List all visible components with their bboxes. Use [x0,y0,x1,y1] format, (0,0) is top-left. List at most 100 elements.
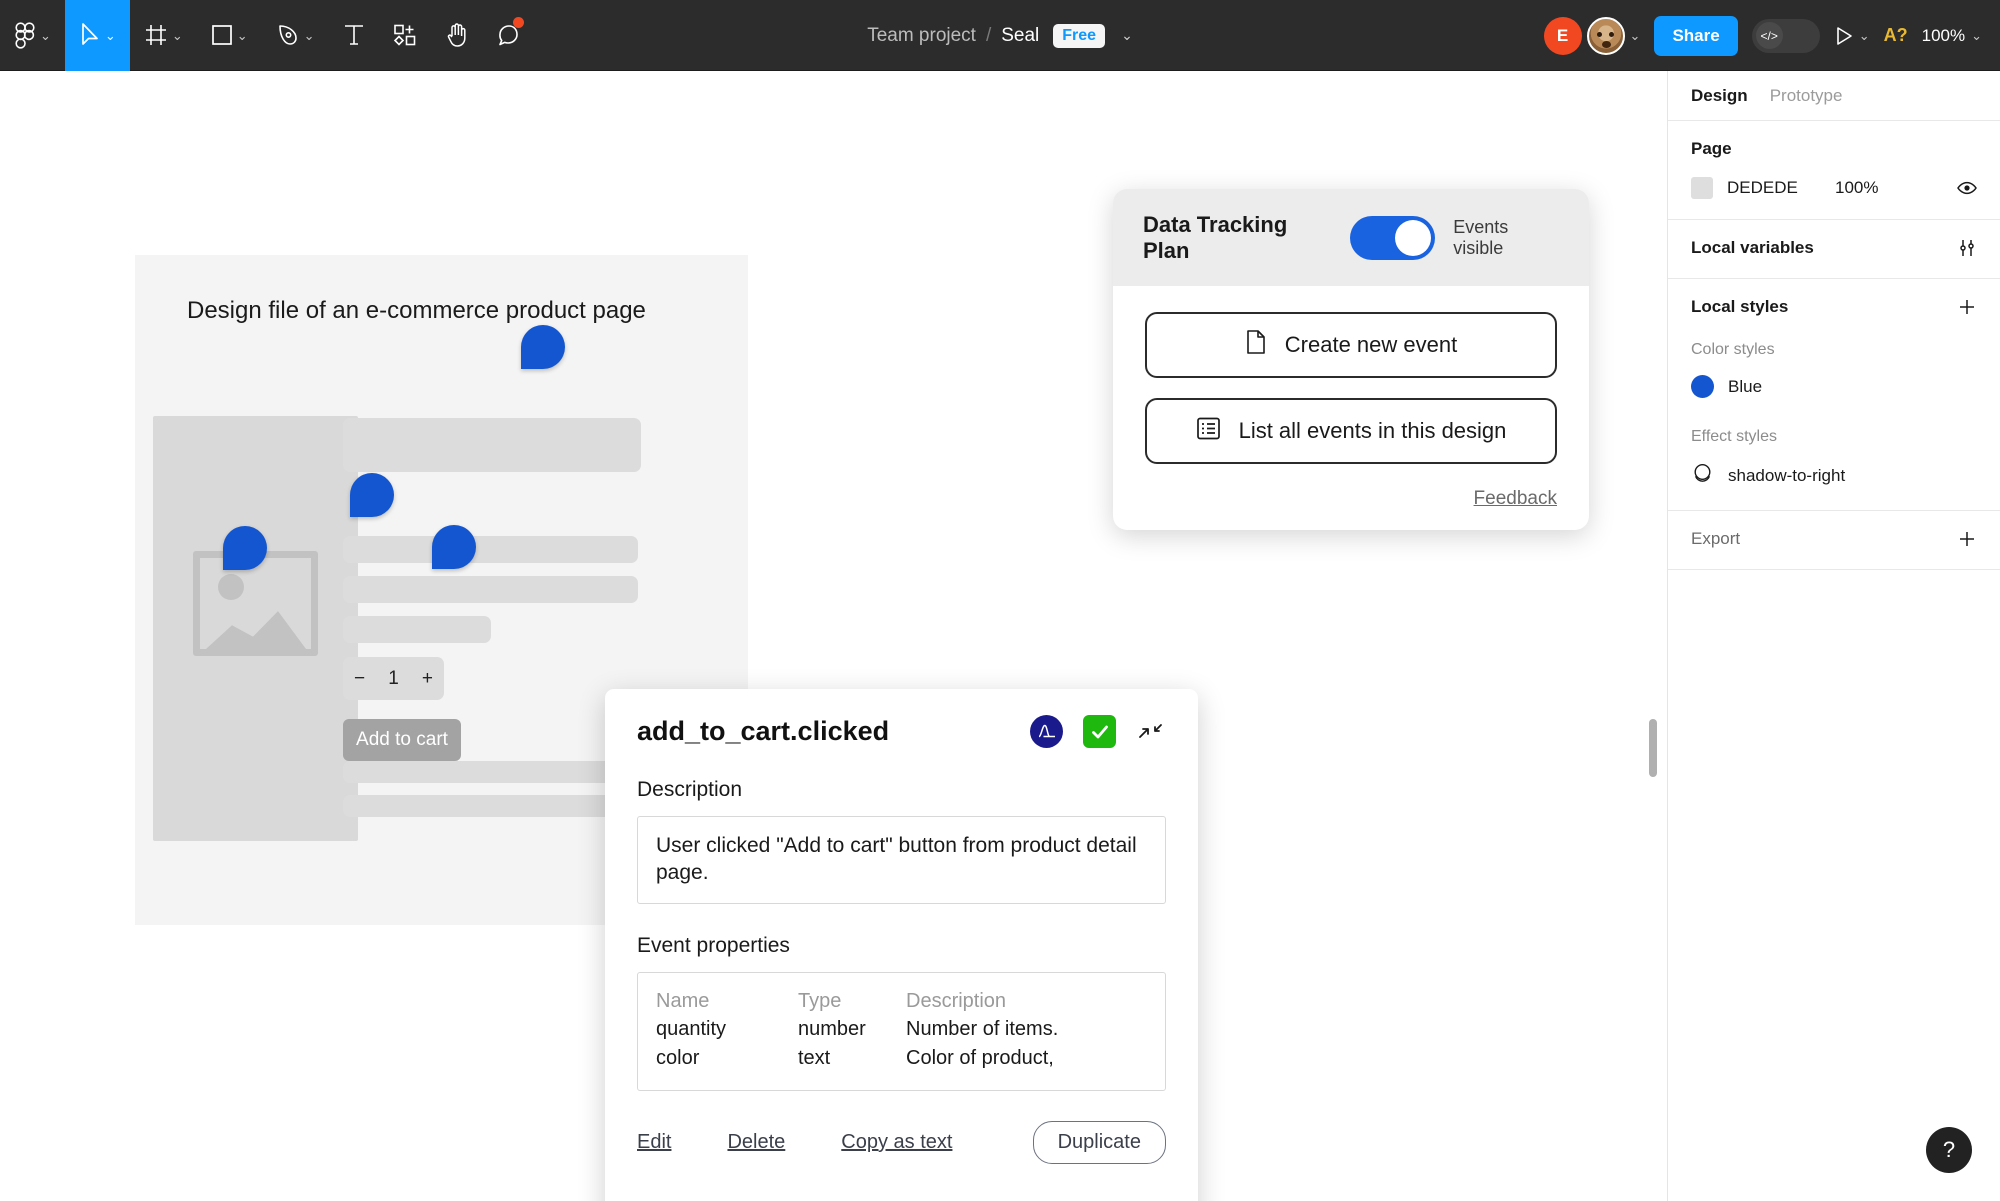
event-properties-label: Event properties [637,933,790,957]
collaborators: E ⌄ [1543,16,1641,55]
list-icon [1196,416,1221,447]
column-header-name: Name [656,989,710,1012]
property-type: text [798,1046,831,1069]
plugin-title: Data Tracking Plan [1143,211,1288,263]
property-name: color [656,1046,700,1069]
local-variables-section[interactable]: Local variables [1668,220,2000,279]
chevron-down-icon: ⌄ [236,27,248,43]
help-button[interactable]: ? [1926,1127,1972,1173]
share-button[interactable]: Share [1654,15,1738,56]
export-heading: Export [1691,529,1741,548]
plus-icon[interactable] [1957,297,1977,317]
list-all-events-button[interactable]: List all events in this design [1145,398,1557,464]
chevron-down-icon[interactable]: ⌄ [1859,29,1870,42]
tab-design[interactable]: Design [1691,86,1748,106]
sliders-icon[interactable] [1957,238,1977,258]
placeholder-line [343,795,615,817]
page-opacity[interactable]: 100% [1835,178,1943,198]
document-icon [1245,329,1267,361]
events-visible-label: Events visible [1453,216,1509,258]
avatar[interactable]: E [1543,16,1582,55]
event-properties-table: Name Type Description quantity number Nu… [637,971,1166,1091]
column-header-type: Type [798,989,842,1012]
create-new-event-button[interactable]: Create new event [1145,312,1557,378]
text-tool-button[interactable] [329,0,379,71]
event-pin[interactable] [521,325,565,369]
list-all-events-label: List all events in this design [1238,418,1507,443]
product-image-placeholder [153,416,358,841]
canvas-vertical-scrollbar[interactable] [1649,719,1657,777]
eye-icon[interactable] [1957,180,1977,196]
figma-window: ⌄ ⌄ ⌄ ⌄ ⌄ Team project / Seal Free ⌄ E ⌄… [0,0,2000,1201]
hand-tool-button[interactable] [431,0,483,71]
quantity-stepper[interactable]: − 1 + [343,657,444,700]
sidebar-tabs: Design Prototype [1668,71,2000,121]
local-styles-header: Local styles [1691,297,1977,317]
plugin-body: Create new event List all events in this… [1113,286,1589,464]
color-swatch[interactable] [1691,177,1713,199]
move-cursor-icon [79,22,101,48]
dev-mode-toggle[interactable]: </> [1751,18,1820,53]
event-pin[interactable] [223,526,267,570]
text-icon [343,23,365,47]
amplitude-icon[interactable] [1030,715,1063,748]
zoom-control[interactable]: 100% ⌄ [1922,26,1982,46]
frame-tool-button[interactable]: ⌄ [130,0,197,71]
shape-rectangle-icon [211,24,233,46]
avatar[interactable] [1586,16,1625,55]
shape-tool-button[interactable]: ⌄ [197,0,262,71]
edit-link[interactable]: Edit [637,1131,671,1154]
breadcrumb-project[interactable]: Team project [867,25,976,47]
pen-tool-button[interactable]: ⌄ [262,0,329,71]
chevron-down-icon[interactable]: ⌄ [1630,29,1641,42]
accessibility-check-button[interactable]: A? [1884,25,1908,46]
events-visible-toggle[interactable] [1350,215,1436,260]
green-check-icon[interactable] [1083,715,1116,748]
property-description: Number of items. [906,1018,1059,1041]
breadcrumb-file[interactable]: Seal [1001,25,1039,47]
page-color-hex[interactable]: DEDEDE [1727,178,1821,198]
data-tracking-plan-panel[interactable]: Data Tracking Plan Events visible Create… [1113,189,1589,530]
present-button[interactable]: ⌄ [1834,25,1870,47]
add-to-cart-button[interactable]: Add to cart [343,719,461,761]
design-canvas[interactable]: Design file of an e-commerce product pag… [0,71,1667,1201]
quantity-increment[interactable]: + [422,668,433,690]
effect-style-item[interactable]: shadow-to-right [1691,462,1977,490]
image-mountain [206,611,306,649]
color-style-item[interactable]: Blue [1691,375,1977,398]
plan-badge[interactable]: Free [1053,23,1106,48]
frame-icon [144,23,168,47]
shadow-circle-icon [1691,462,1714,490]
color-style-name: Blue [1728,376,1763,396]
event-card-actions: Edit Delete Copy as text Duplicate [637,1120,1166,1164]
collapse-arrows-icon[interactable] [1136,717,1166,747]
comment-tool-button[interactable] [483,0,535,71]
components-tool-button[interactable] [379,0,431,71]
delete-link[interactable]: Delete [727,1131,785,1154]
chevron-down-icon: ⌄ [171,27,183,43]
placeholder-line [343,536,638,563]
move-tool-button[interactable]: ⌄ [64,0,130,71]
page-background-row[interactable]: DEDEDE 100% [1691,177,1977,199]
duplicate-button[interactable]: Duplicate [1032,1120,1166,1164]
copy-as-text-link[interactable]: Copy as text [841,1131,952,1154]
play-icon [1836,26,1852,45]
event-pin[interactable] [350,473,394,517]
tab-prototype[interactable]: Prototype [1770,86,1843,106]
hand-icon [445,22,469,48]
event-detail-card[interactable]: add_to_cart.clicked Description User cli… [605,689,1198,1201]
figma-menu-button[interactable]: ⌄ [0,0,65,71]
description-field[interactable]: User clicked "Add to cart" button from p… [637,816,1166,904]
chevron-down-icon[interactable]: ⌄ [1121,27,1133,44]
top-toolbar: ⌄ ⌄ ⌄ ⌄ ⌄ Team project / Seal Free ⌄ E ⌄… [0,0,2000,71]
frame-title: Design file of an e-commerce product pag… [187,297,646,324]
export-section[interactable]: Export [1668,511,2000,570]
feedback-link[interactable]: Feedback [1113,484,1589,510]
plus-icon[interactable] [1957,529,1977,549]
components-icon [393,23,417,47]
page-section: Page DEDEDE 100% [1668,121,2000,220]
figma-menu-icon [14,21,36,49]
effect-styles-label: Effect styles [1691,428,1777,445]
event-pin[interactable] [432,525,476,569]
quantity-decrement[interactable]: − [354,668,365,690]
